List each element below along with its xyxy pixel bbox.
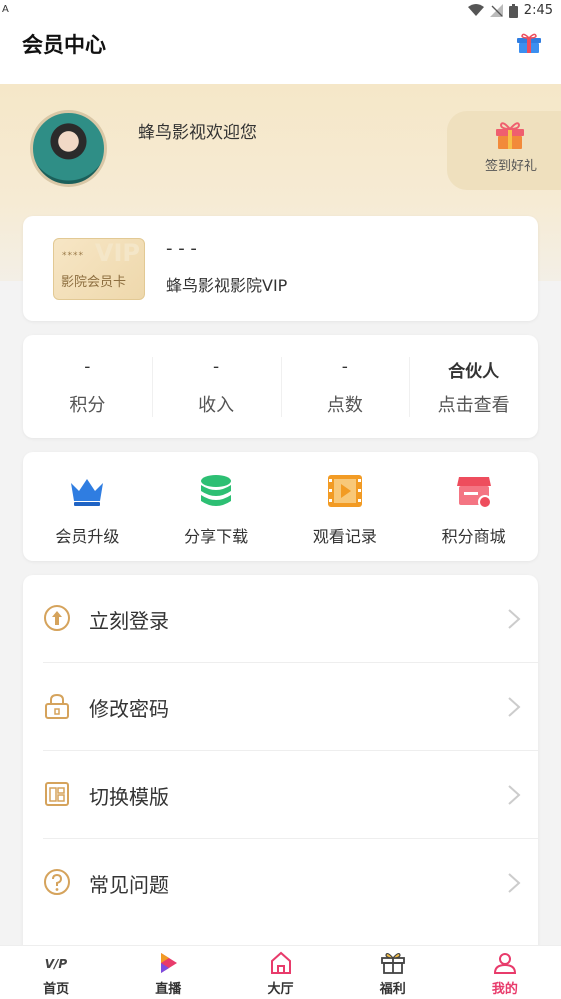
tab-home[interactable]: V/P 首页 bbox=[0, 946, 112, 999]
film-icon bbox=[327, 475, 362, 507]
quick-action-store[interactable]: 积分商城 bbox=[409, 452, 538, 561]
stat-label: 积分 bbox=[69, 395, 106, 416]
wifi-icon bbox=[467, 4, 484, 16]
top-header: 会员中心 bbox=[0, 24, 561, 84]
signin-gift-button[interactable]: 签到好礼 bbox=[447, 111, 561, 190]
signin-label: 签到好礼 bbox=[485, 159, 538, 174]
tab-live[interactable]: 直播 bbox=[112, 946, 224, 999]
gift-box-icon bbox=[380, 952, 405, 974]
status-time: 2:45 bbox=[523, 3, 553, 18]
template-icon bbox=[45, 782, 69, 806]
tab-welfare[interactable]: 福利 bbox=[337, 946, 449, 999]
stats-panel: - 积分 - 收入 - 点数 合伙人 点击查看 bbox=[23, 335, 538, 438]
stat-label: 点数 bbox=[326, 395, 363, 416]
stat-label: 收入 bbox=[198, 395, 235, 416]
tab-label: 我的 bbox=[491, 982, 518, 997]
stat-value: - bbox=[341, 357, 348, 377]
menu-item-label: 立刻登录 bbox=[89, 609, 169, 633]
tab-label: 直播 bbox=[155, 982, 182, 997]
stat-credits[interactable]: - 点数 bbox=[280, 335, 410, 438]
member-card-watermark: VIP bbox=[94, 239, 140, 267]
gift-box-icon bbox=[496, 122, 524, 149]
chevron-right-icon bbox=[508, 609, 521, 629]
svg-text:V/P: V/P bbox=[45, 957, 68, 971]
vip-status: - - - bbox=[166, 238, 197, 259]
quick-action-share[interactable]: 分享下载 bbox=[152, 452, 281, 561]
menu-item-password[interactable]: 修改密码 bbox=[23, 663, 538, 751]
tab-lobby[interactable]: 大厅 bbox=[224, 946, 336, 999]
quick-action-label: 积分商城 bbox=[441, 527, 506, 546]
quick-action-label: 会员升级 bbox=[55, 527, 120, 546]
stat-partner[interactable]: 合伙人 点击查看 bbox=[409, 335, 538, 438]
login-arrow-icon bbox=[44, 605, 70, 631]
live-play-icon bbox=[161, 953, 178, 973]
stat-label: 点击查看 bbox=[437, 395, 510, 416]
vip-icon: V/P bbox=[45, 957, 68, 971]
lock-icon bbox=[45, 693, 69, 719]
menu-item-faq[interactable]: 常见问题 bbox=[23, 839, 538, 927]
status-indicator: A bbox=[2, 4, 9, 15]
settings-menu: 立刻登录 修改密码 切换模版 常见问题 bbox=[23, 575, 538, 955]
stat-value: - bbox=[84, 357, 91, 377]
user-icon bbox=[493, 953, 516, 974]
member-card-image: **** VIP 影院会员卡 bbox=[53, 238, 145, 300]
coin-stack-icon bbox=[201, 475, 232, 506]
home-icon bbox=[270, 951, 291, 974]
quick-action-upgrade[interactable]: 会员升级 bbox=[23, 452, 152, 561]
quick-action-label: 观看记录 bbox=[312, 527, 377, 546]
store-icon bbox=[456, 477, 492, 509]
question-icon bbox=[44, 869, 70, 895]
menu-item-label: 修改密码 bbox=[89, 697, 169, 721]
chevron-right-icon bbox=[508, 697, 521, 717]
vip-card[interactable]: **** VIP 影院会员卡 - - - 蜂鸟影视影院VIP bbox=[23, 216, 538, 321]
quick-actions: 会员升级 分享下载 观看记录 积分商城 bbox=[23, 452, 538, 561]
chevron-right-icon bbox=[508, 785, 521, 805]
tab-label: 大厅 bbox=[267, 982, 294, 997]
vip-title: 蜂鸟影视影院VIP bbox=[166, 276, 288, 295]
gift-icon[interactable] bbox=[516, 32, 542, 54]
quick-action-history[interactable]: 观看记录 bbox=[281, 452, 410, 561]
status-bar: A 2:45 bbox=[0, 0, 561, 24]
stat-value: 合伙人 bbox=[448, 362, 500, 382]
bottom-tab-bar: V/P 首页 直播 大厅 福利 我的 bbox=[0, 945, 561, 999]
member-card-name: 影院会员卡 bbox=[61, 275, 127, 290]
menu-item-login[interactable]: 立刻登录 bbox=[23, 575, 538, 663]
chevron-right-icon bbox=[508, 873, 521, 893]
stat-points[interactable]: - 积分 bbox=[23, 335, 152, 438]
battery-icon bbox=[508, 3, 518, 18]
avatar[interactable] bbox=[30, 110, 107, 187]
tab-label: 首页 bbox=[43, 982, 70, 997]
quick-action-label: 分享下载 bbox=[184, 527, 249, 546]
member-card-stars: **** bbox=[62, 251, 84, 261]
signal-icon bbox=[489, 4, 503, 17]
menu-item-template[interactable]: 切换模版 bbox=[23, 751, 538, 839]
tab-mine[interactable]: 我的 bbox=[449, 946, 561, 999]
menu-item-label: 切换模版 bbox=[89, 785, 169, 809]
welcome-text: 蜂鸟影视欢迎您 bbox=[138, 123, 257, 143]
stat-income[interactable]: - 收入 bbox=[151, 335, 281, 438]
menu-item-label: 常见问题 bbox=[89, 873, 169, 897]
stat-value: - bbox=[213, 357, 220, 377]
crown-icon bbox=[71, 479, 104, 506]
page-title: 会员中心 bbox=[22, 33, 106, 57]
tab-label: 福利 bbox=[379, 982, 406, 997]
